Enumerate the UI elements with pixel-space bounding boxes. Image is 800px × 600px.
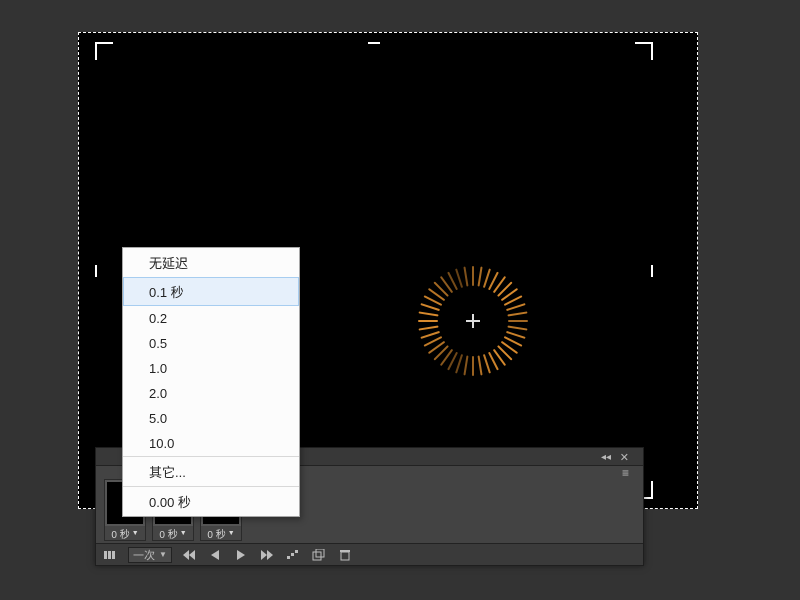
delay-menu-item[interactable]: 无延迟 — [123, 248, 299, 277]
frame-delay-label: 0 秒 — [111, 526, 129, 541]
crop-handle-right[interactable] — [641, 265, 653, 277]
chevron-down-icon: ▼ — [159, 550, 167, 559]
center-crosshair-icon — [466, 314, 480, 328]
delay-menu-item[interactable]: 0.5 — [123, 331, 299, 356]
crop-handle-left[interactable] — [95, 265, 107, 277]
firework-graphic — [413, 261, 533, 381]
chevron-down-icon: ▼ — [228, 530, 235, 537]
delete-frame-button[interactable] — [336, 547, 354, 563]
delay-menu-item[interactable]: 10.0 — [123, 431, 299, 457]
frame-delay-dropdown[interactable]: 0 秒▼ — [201, 526, 241, 540]
animation-toolbar: 一次 ▼ — [96, 543, 643, 565]
delay-menu-item[interactable]: 0.2 — [123, 306, 299, 331]
prev-frame-button[interactable] — [206, 547, 224, 563]
crop-handle-top-left[interactable] — [95, 42, 113, 60]
next-frame-button[interactable] — [258, 547, 276, 563]
loop-mode-label: 一次 — [133, 547, 155, 563]
delay-menu-item[interactable]: 5.0 — [123, 406, 299, 431]
loop-mode-select[interactable]: 一次 ▼ — [128, 547, 172, 563]
frame-delay-menu[interactable]: 无延迟0.1 秒0.20.51.02.05.010.0其它...0.00 秒 — [122, 247, 300, 517]
chevron-down-icon: ▼ — [180, 530, 187, 537]
delay-menu-item[interactable]: 0.1 秒 — [123, 277, 299, 306]
panel-collapse-icon[interactable]: ◂◂ — [601, 452, 611, 463]
tween-button[interactable] — [284, 547, 302, 563]
frame-delay-dropdown[interactable]: 0 秒▼ — [153, 526, 193, 540]
timeline-toggle-icon[interactable] — [102, 547, 120, 563]
chevron-down-icon: ▼ — [132, 530, 139, 537]
panel-menu-icon[interactable]: ≡ — [622, 466, 629, 480]
delay-menu-item[interactable]: 2.0 — [123, 381, 299, 406]
frame-delay-label: 0 秒 — [207, 526, 225, 541]
delay-menu-item[interactable]: 其它... — [123, 457, 299, 487]
frame-delay-dropdown[interactable]: 0 秒▼ — [105, 526, 145, 540]
crop-handle-top-right[interactable] — [635, 42, 653, 60]
delay-menu-item[interactable]: 0.00 秒 — [123, 487, 299, 516]
frame-delay-label: 0 秒 — [159, 526, 177, 541]
play-button[interactable] — [232, 547, 250, 563]
duplicate-frame-button[interactable] — [310, 547, 328, 563]
crop-handle-top[interactable] — [368, 42, 380, 54]
delay-menu-item[interactable]: 1.0 — [123, 356, 299, 381]
panel-close-icon[interactable]: ✕ — [620, 451, 629, 464]
rewind-button[interactable] — [180, 547, 198, 563]
